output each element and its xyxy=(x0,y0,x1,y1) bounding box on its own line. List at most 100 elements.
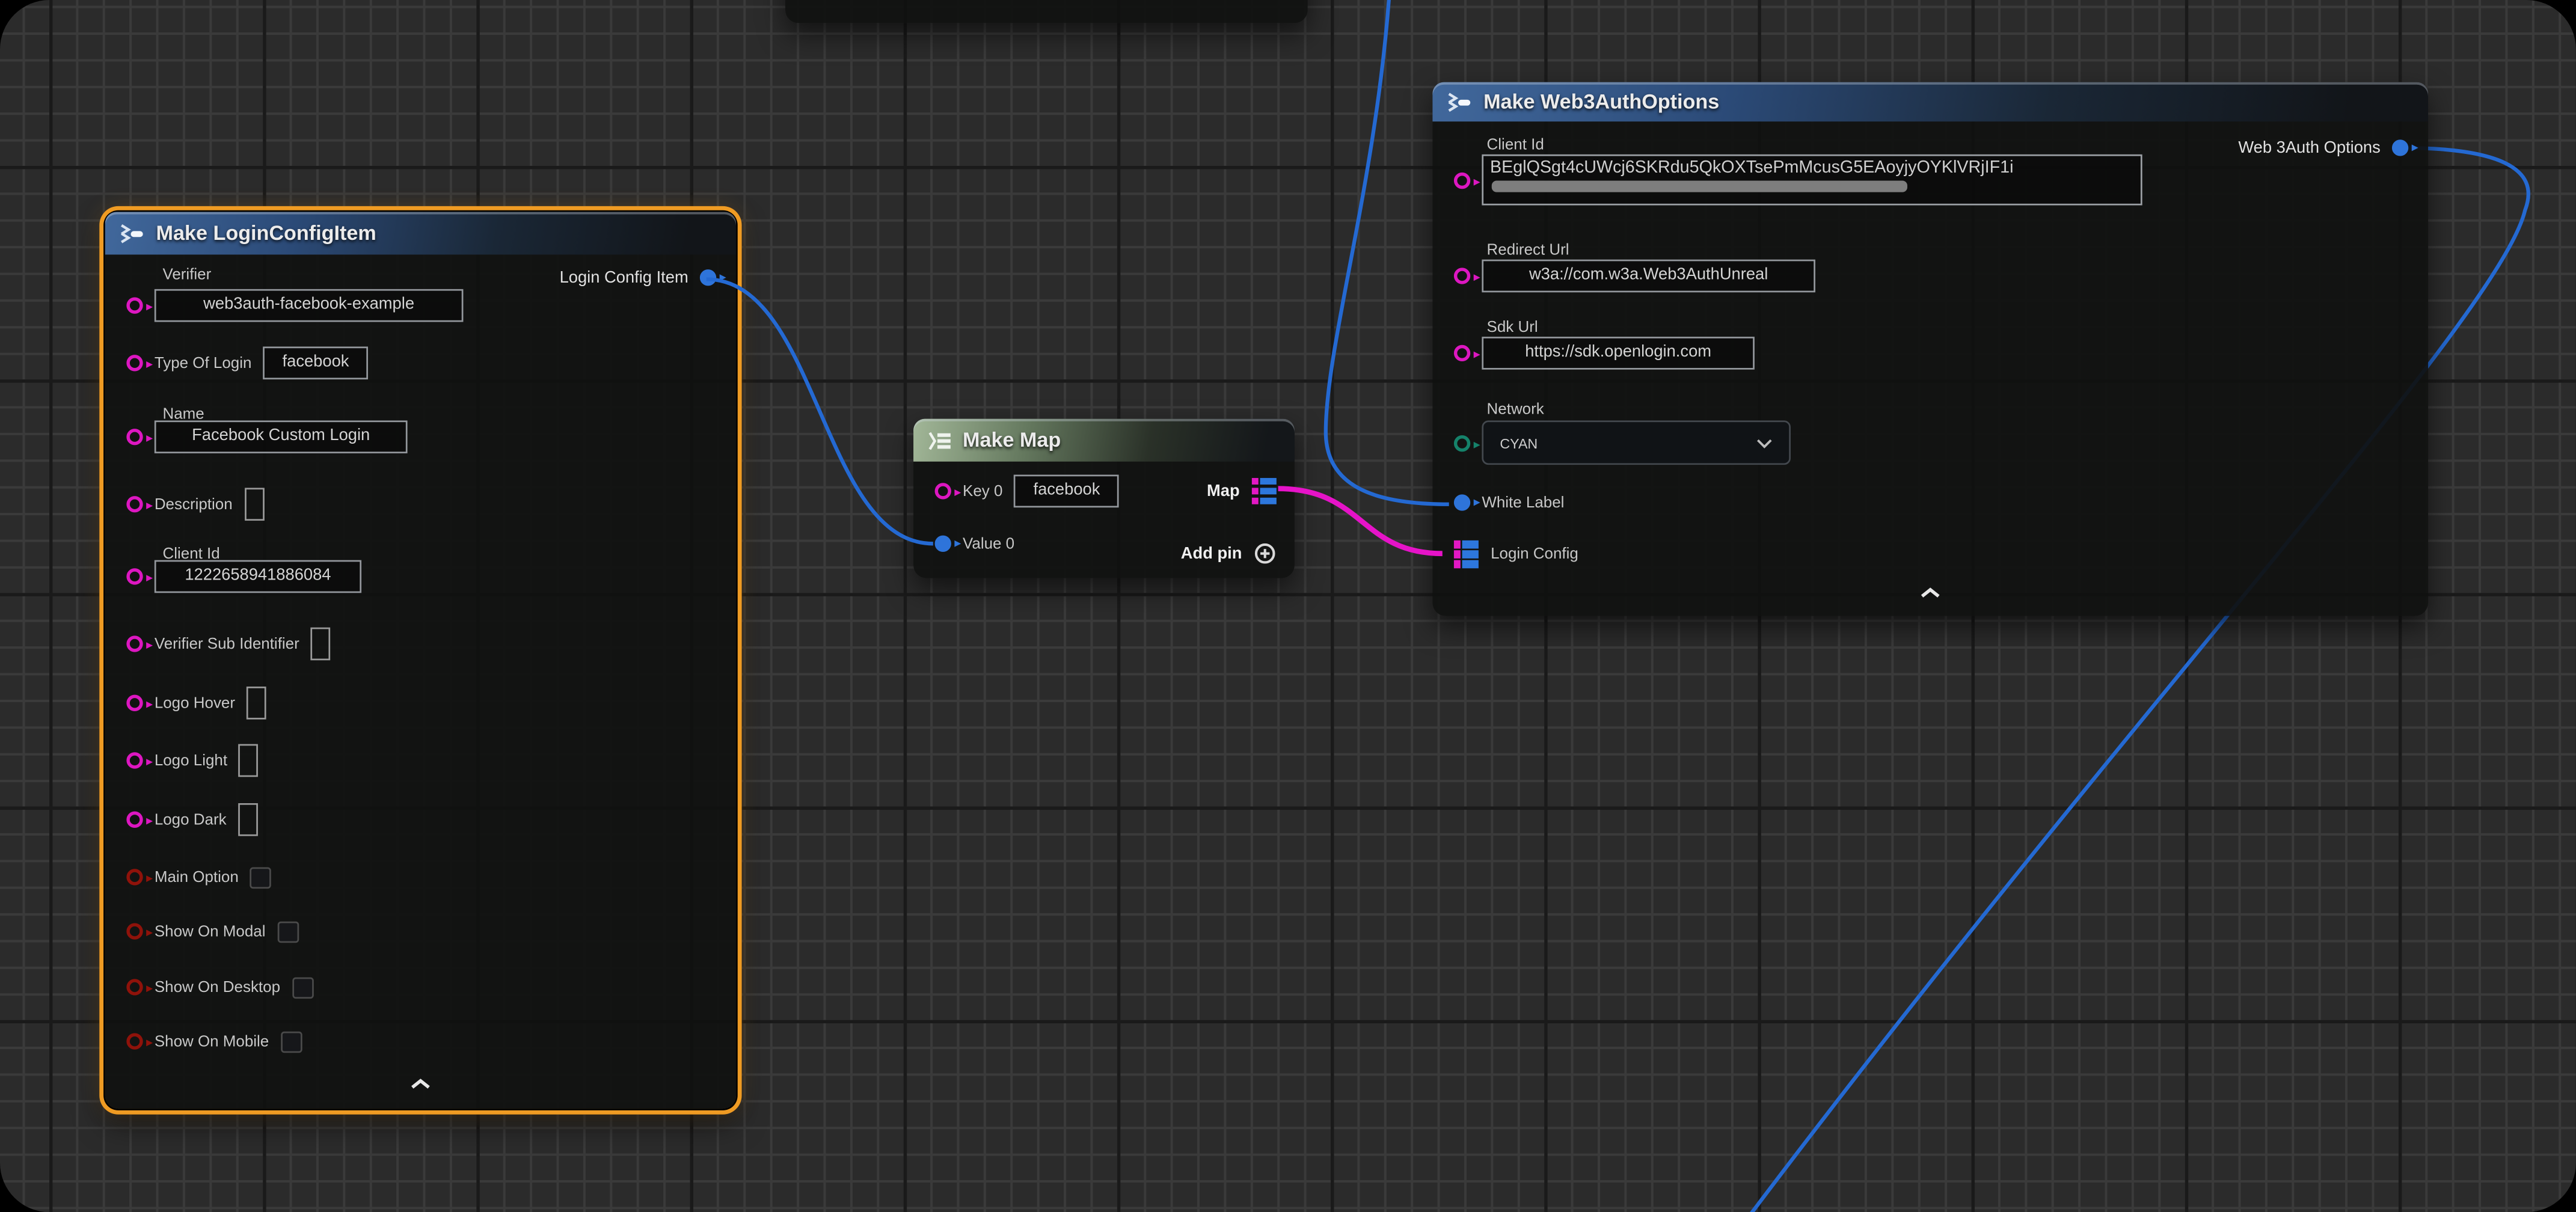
pin-label: Type Of Login xyxy=(155,354,252,372)
pin-label: Login Config Item xyxy=(560,269,688,287)
pin-row-redirect-url: w3a://com.w3a.Web3AuthUnreal xyxy=(1454,260,1815,293)
pin-map-output[interactable] xyxy=(1251,477,1277,504)
pin-row-show-on-mobile: Show On Mobile xyxy=(126,1030,302,1053)
pin-row-client-id: 1222658941886084 xyxy=(126,560,361,593)
node-make-loginconfigitem[interactable]: Make LoginConfigItem Login Config Item V… xyxy=(105,212,736,1109)
pin-label-redirect-url: Redirect Url xyxy=(1487,242,1569,260)
collapse-node-chevron-icon[interactable] xyxy=(1919,586,1942,599)
pin-row-verifier-sub-identifier: Verifier Sub Identifier xyxy=(126,628,330,661)
pin-label: Logo Light xyxy=(155,751,227,770)
type-of-login-input[interactable]: facebook xyxy=(263,346,369,379)
pin-row-login-config-item-out: Login Config Item xyxy=(560,261,717,294)
pin-show-on-desktop[interactable] xyxy=(126,979,143,995)
pin-row-value-0: Value 0 xyxy=(935,532,1015,555)
pin-name[interactable] xyxy=(126,429,143,445)
wire-map-to-login-config[interactable] xyxy=(1278,489,1443,554)
show-on-desktop-checkbox[interactable] xyxy=(292,976,313,998)
node-make-web3authoptions[interactable]: Make Web3AuthOptions Web 3Auth Options C… xyxy=(1432,82,2428,616)
pin-row-map-out: Map xyxy=(1207,475,1277,508)
pin-client-id[interactable] xyxy=(126,568,143,584)
pin-verifier[interactable] xyxy=(126,298,143,314)
offscreen-node-top[interactable] xyxy=(785,0,1308,23)
pin-key-0[interactable] xyxy=(935,483,951,499)
pin-main-option[interactable] xyxy=(126,869,143,885)
key-0-input[interactable]: facebook xyxy=(1014,475,1120,508)
pin-row-verifier: web3auth-facebook-example xyxy=(126,289,463,322)
node-header-make-loginconfigitem[interactable]: Make LoginConfigItem xyxy=(105,212,736,254)
pin-row-key-0: Key 0 facebook xyxy=(935,475,1120,508)
pin-show-on-mobile[interactable] xyxy=(126,1033,143,1049)
pin-label: Key 0 xyxy=(963,482,1002,500)
collapse-node-chevron-icon[interactable] xyxy=(409,1077,432,1091)
verifier-input[interactable]: web3auth-facebook-example xyxy=(155,289,464,322)
network-dropdown[interactable]: CYAN xyxy=(1482,420,1791,465)
pin-description[interactable] xyxy=(126,496,143,512)
main-option-checkbox[interactable] xyxy=(250,866,272,888)
chevron-down-icon xyxy=(1756,438,1773,447)
pin-type-of-login[interactable] xyxy=(126,355,143,371)
pin-row-logo-hover: Logo Hover xyxy=(126,687,266,720)
description-input[interactable] xyxy=(244,488,264,521)
pin-network[interactable] xyxy=(1454,435,1470,451)
pin-label: White Label xyxy=(1482,494,1564,512)
pin-row-white-label: White Label xyxy=(1454,491,1565,514)
add-pin-icon[interactable] xyxy=(1254,542,1277,565)
logo-hover-input[interactable] xyxy=(247,687,266,720)
pin-row-description: Description xyxy=(126,488,263,521)
pin-sdk-url[interactable] xyxy=(1454,345,1470,361)
pin-client-id[interactable] xyxy=(1454,172,1470,188)
logo-dark-input[interactable] xyxy=(238,803,258,836)
pin-verifier-sub-identifier[interactable] xyxy=(126,635,143,652)
logo-light-input[interactable] xyxy=(239,744,259,777)
pin-row-show-on-desktop: Show On Desktop xyxy=(126,976,313,999)
wire-login-config-item-to-value0[interactable] xyxy=(707,279,933,543)
wire-top-to-white-label[interactable] xyxy=(1326,0,1449,504)
pin-label: Web 3Auth Options xyxy=(2238,139,2380,157)
node-title: Make Map xyxy=(963,429,1061,451)
node-header-make-map[interactable]: Make Map xyxy=(913,419,1295,462)
pin-row-show-on-modal: Show On Modal xyxy=(126,920,298,943)
redirect-url-input[interactable]: w3a://com.w3a.Web3AuthUnreal xyxy=(1482,260,1815,293)
show-on-modal-checkbox[interactable] xyxy=(277,920,299,942)
pin-label: Show On Desktop xyxy=(155,978,280,996)
pin-row-sdk-url: https://sdk.openlogin.com xyxy=(1454,337,1755,370)
pin-row-name: Facebook Custom Login xyxy=(126,420,407,453)
pin-logo-dark[interactable] xyxy=(126,812,143,828)
graph-canvas[interactable]: Make LoginConfigItem Login Config Item V… xyxy=(0,0,2576,1212)
add-pin-label: Add pin xyxy=(1181,545,1242,563)
pin-label: Verifier Sub Identifier xyxy=(155,635,299,653)
pin-logo-light[interactable] xyxy=(126,752,143,768)
pin-label-network: Network xyxy=(1487,401,1544,419)
pin-row-main-option: Main Option xyxy=(126,866,271,889)
pin-redirect-url[interactable] xyxy=(1454,268,1470,284)
pin-login-config[interactable] xyxy=(1454,540,1479,568)
verifier-sub-identifier-input[interactable] xyxy=(311,628,331,661)
pin-label: Login Config xyxy=(1491,545,1578,563)
client-id-input[interactable]: 1222658941886084 xyxy=(155,560,361,593)
node-header-make-web3authoptions[interactable]: Make Web3AuthOptions xyxy=(1432,82,2428,122)
pin-show-on-modal[interactable] xyxy=(126,923,143,939)
pin-label: Description xyxy=(155,495,233,513)
pin-label: Main Option xyxy=(155,868,239,886)
make-map-icon xyxy=(927,429,953,451)
pin-label-sdk-url: Sdk Url xyxy=(1487,319,1538,337)
node-title: Make Web3AuthOptions xyxy=(1483,90,1719,113)
pin-row-client-id: BEglQSgt4cUWcj6SKRdu5QkOXTsePmMcusG5EAoy… xyxy=(1454,155,2142,206)
pin-label: Show On Mobile xyxy=(155,1032,269,1050)
make-struct-icon xyxy=(1446,91,1473,113)
sdk-url-input[interactable]: https://sdk.openlogin.com xyxy=(1482,337,1755,370)
client-id-input[interactable]: BEglQSgt4cUWcj6SKRdu5QkOXTsePmMcusG5EAoy… xyxy=(1482,155,2142,206)
client-id-scrollbar[interactable] xyxy=(1492,181,1907,192)
pin-logo-hover[interactable] xyxy=(126,695,143,711)
pin-white-label[interactable] xyxy=(1454,494,1470,510)
make-struct-icon xyxy=(118,222,146,244)
pin-value-0[interactable] xyxy=(935,536,951,552)
pin-row-logo-light: Logo Light xyxy=(126,744,259,777)
node-make-map[interactable]: Make Map Key 0 facebook Map Value 0 Add … xyxy=(913,419,1295,578)
pin-row-type-of-login: Type Of Login facebook xyxy=(126,346,368,379)
pin-row-login-config: Login Config xyxy=(1454,540,1578,568)
show-on-mobile-checkbox[interactable] xyxy=(280,1030,302,1052)
name-input[interactable]: Facebook Custom Login xyxy=(155,420,408,453)
network-dropdown-value: CYAN xyxy=(1500,435,1756,451)
pin-web3auth-options-output[interactable] xyxy=(2392,139,2408,156)
